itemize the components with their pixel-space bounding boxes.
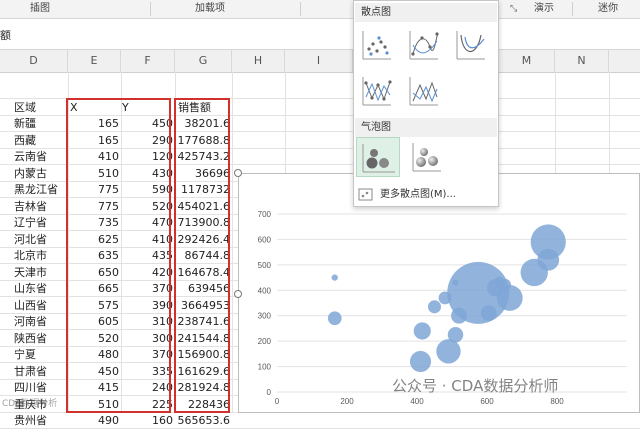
cell-region[interactable]: 辽宁省	[14, 214, 68, 231]
cell-region[interactable]: 新疆	[14, 115, 68, 132]
scatter-markers-icon[interactable]	[359, 27, 395, 63]
cell-region[interactable]: 宁夏	[14, 346, 68, 363]
cell-region[interactable]: 山东省	[14, 280, 68, 297]
bubble-icon[interactable]	[356, 137, 400, 177]
bubble-point[interactable]	[413, 322, 431, 340]
highlight-box-sales	[174, 98, 230, 413]
bubble-point[interactable]	[480, 305, 497, 322]
cell-region[interactable]: 陕西省	[14, 330, 68, 347]
ribbon-separator	[572, 2, 573, 16]
cell-region[interactable]: 吉林省	[14, 198, 68, 215]
formula-bar-text: 额	[0, 29, 11, 42]
y-tick-label: 100	[258, 363, 272, 372]
bubble-point[interactable]	[331, 274, 338, 281]
column-header-i[interactable]: I	[285, 50, 353, 72]
watermark: 公众号 · CDA数据分析师	[392, 377, 559, 395]
column-header-f[interactable]: F	[121, 50, 175, 72]
scatter-chart-gallery: 散点图 气泡图 更多散点图(M)...	[353, 0, 499, 207]
scatter-straight-lines-markers-icon[interactable]	[359, 73, 395, 109]
bubble-section-header: 气泡图	[355, 118, 497, 137]
bubble-point[interactable]	[520, 258, 548, 287]
column-header-d[interactable]: D	[0, 50, 68, 72]
scatter-smooth-lines-markers-icon[interactable]	[406, 27, 442, 63]
chart-resize-handle[interactable]	[234, 169, 242, 177]
more-charts-icon	[358, 188, 373, 201]
column-header-n[interactable]: N	[555, 50, 609, 72]
cell-region[interactable]: 西藏	[14, 132, 68, 149]
x-tick-label: 400	[410, 397, 424, 406]
header-region[interactable]: 区域	[14, 99, 68, 116]
ribbon-group-illustrations[interactable]: 插图	[30, 0, 50, 18]
cell-sales[interactable]: 565653.6	[175, 412, 231, 429]
y-tick-label: 300	[258, 312, 272, 321]
y-tick-label: 500	[258, 261, 272, 270]
y-tick-label: 0	[267, 388, 272, 397]
bubble-point[interactable]	[438, 291, 452, 305]
x-tick-label: 0	[275, 397, 280, 406]
column-header-h[interactable]: H	[232, 50, 285, 72]
bubble-point[interactable]	[436, 339, 461, 364]
y-tick-label: 700	[258, 210, 272, 219]
y-tick-label: 400	[258, 286, 272, 295]
ribbon-group-presentation[interactable]: 演示	[534, 0, 554, 18]
x-tick-label: 800	[550, 397, 564, 406]
cell-y[interactable]: 160	[121, 412, 173, 429]
cell-region[interactable]: 甘肃省	[14, 363, 68, 380]
x-tick-label: 600	[480, 397, 494, 406]
cell-region[interactable]: 北京市	[14, 247, 68, 264]
cell-region[interactable]: 贵州省	[14, 412, 68, 429]
ribbon-bar: 插图 加载项 ⤡ 演示 迷你	[0, 0, 640, 19]
ribbon-group-addins[interactable]: 加载项	[195, 0, 225, 18]
bubble-point[interactable]	[427, 300, 442, 314]
watermark-small: CDA数据分析	[2, 399, 58, 409]
bubble-point[interactable]	[451, 307, 467, 324]
column-header-g[interactable]: G	[175, 50, 232, 72]
bubble-3d-icon[interactable]	[409, 139, 445, 175]
ribbon-group-sparklines[interactable]: 迷你	[598, 0, 618, 18]
cell-x[interactable]: 490	[68, 412, 119, 429]
more-scatter-charts-label: 更多散点图(M)...	[380, 189, 456, 200]
scatter-section-header: 散点图	[355, 3, 497, 22]
cell-region[interactable]: 黑龙江省	[14, 181, 68, 198]
column-header-m[interactable]: M	[499, 50, 555, 72]
cell-region[interactable]: 天津市	[14, 264, 68, 281]
scatter-straight-lines-icon[interactable]	[406, 73, 442, 109]
cell-region[interactable]: 河南省	[14, 313, 68, 330]
x-tick-label: 200	[340, 397, 354, 406]
ribbon-separator	[150, 2, 151, 16]
scatter-smooth-lines-icon[interactable]	[453, 27, 489, 63]
cell-region[interactable]: 四川省	[14, 379, 68, 396]
y-tick-label: 600	[258, 235, 272, 244]
ribbon-dialog-launcher-icon[interactable]: ⤡	[510, 0, 517, 18]
formula-bar[interactable]: 额	[0, 19, 640, 50]
cell-region[interactable]: 云南省	[14, 148, 68, 165]
ribbon-separator	[300, 2, 301, 16]
bubble-point[interactable]	[409, 350, 432, 373]
bubble-point[interactable]	[327, 311, 342, 326]
chart-resize-handle[interactable]	[234, 290, 242, 298]
cell-region[interactable]: 内蒙古	[14, 165, 68, 182]
highlight-box-xy	[66, 98, 171, 413]
cell-region[interactable]: 河北省	[14, 231, 68, 248]
column-header-e[interactable]: E	[68, 50, 121, 72]
cell-region[interactable]: 山西省	[14, 297, 68, 314]
y-tick-label: 200	[258, 337, 272, 346]
column-headers: D E F G H I M N	[0, 50, 640, 73]
